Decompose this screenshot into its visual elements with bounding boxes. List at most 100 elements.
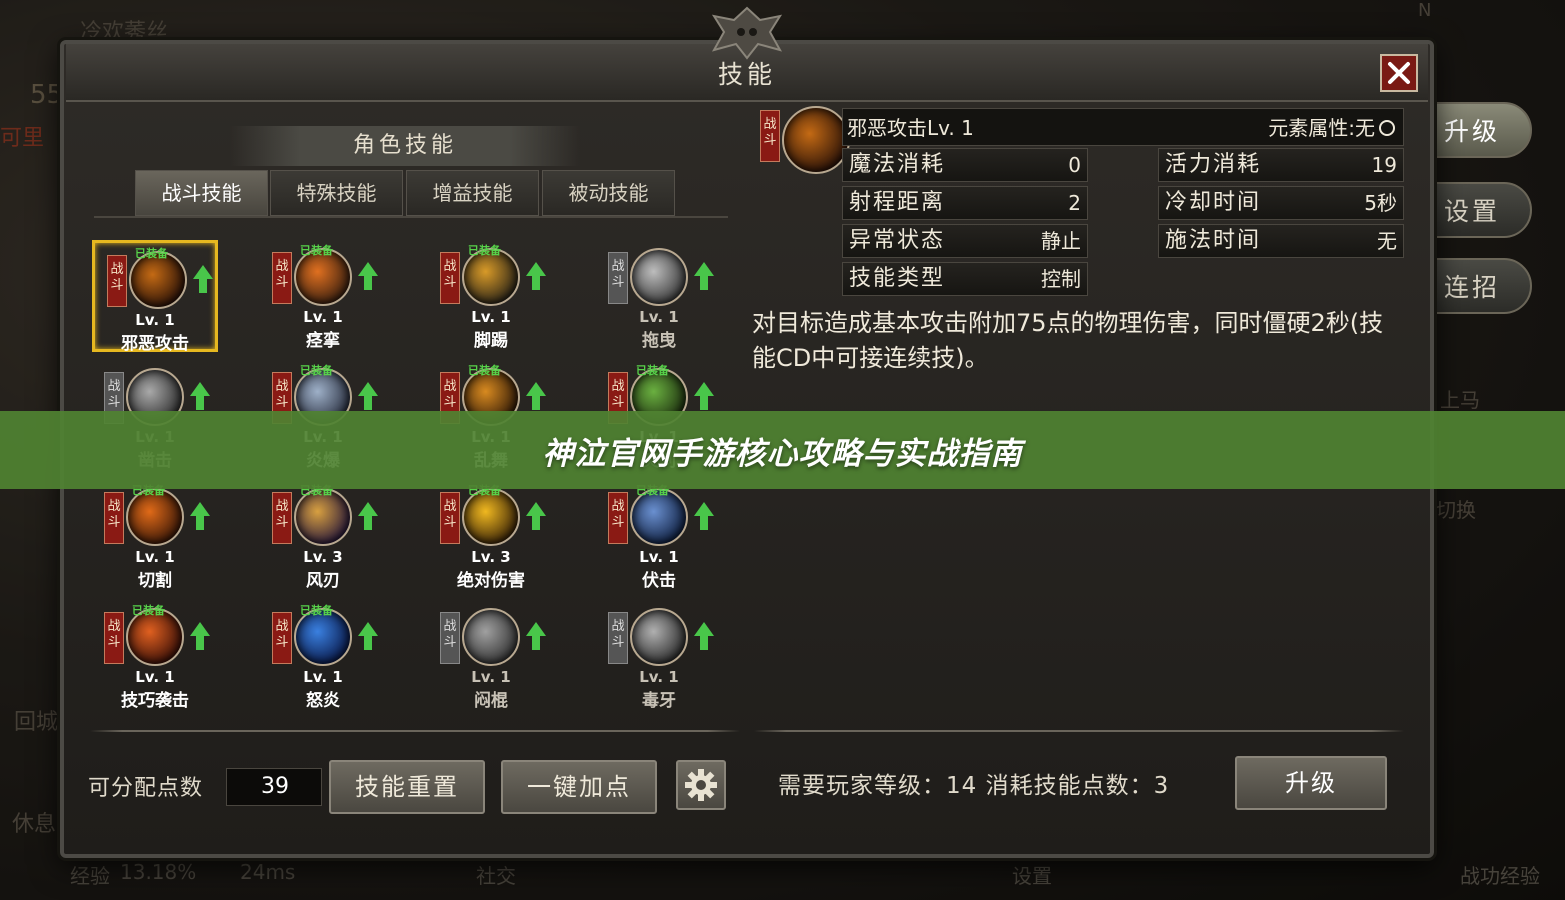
equipped-tag: 已装备 — [468, 364, 501, 377]
stat-label: 施法时间 — [1165, 228, 1262, 253]
skill-level: Lv. 1 — [639, 668, 679, 686]
combat-badge: 战斗 — [272, 492, 292, 544]
stat-value: 0 — [1068, 153, 1081, 177]
skill-icon — [630, 248, 688, 306]
combat-badge: 战斗 — [440, 492, 460, 544]
combat-badge: 战斗 — [272, 612, 292, 664]
skill-name: 切割 — [138, 571, 172, 591]
level-up-arrow-icon[interactable] — [358, 622, 378, 650]
skill-name: 伏击 — [642, 571, 676, 591]
gear-icon — [685, 769, 717, 801]
reset-skills-button[interactable]: 技能重置 — [329, 760, 485, 814]
skill-description: 对目标造成基本攻击附加75点的物理伤害，同时僵硬2秒(技能CD中可接连续技)。 — [752, 309, 1384, 372]
level-up-arrow-icon[interactable] — [190, 382, 210, 410]
requirement-text: 需要玩家等级：14 消耗技能点数：3 — [778, 773, 1170, 799]
skill-slot[interactable]: 战斗已装备 Lv. 1 技巧袭击 — [92, 600, 218, 712]
skill-slot[interactable]: 战斗 Lv. 1 毒牙 — [596, 600, 722, 712]
equipped-tag: 已装备 — [300, 604, 333, 617]
equipped-tag: 已装备 — [468, 244, 501, 257]
level-up-arrow-icon[interactable] — [190, 622, 210, 650]
stat-row: 异常状态 静止 — [842, 224, 1088, 258]
title-banner: 神泣官网手游核心攻略与实战指南 — [0, 411, 1565, 489]
tab-special-skills[interactable]: 特殊技能 — [270, 170, 403, 216]
skill-name: 怒炎 — [306, 691, 340, 711]
stat-value: 静止 — [1041, 229, 1081, 253]
combat-badge: 战斗 — [608, 492, 628, 544]
level-up-arrow-icon[interactable] — [694, 382, 714, 410]
level-up-arrow-icon[interactable] — [358, 262, 378, 290]
side-settings-button[interactable]: 设置 — [1432, 182, 1532, 238]
stat-value: 控制 — [1041, 267, 1081, 291]
combat-badge: 战斗 — [440, 612, 460, 664]
skill-level: Lv. 1 — [639, 308, 679, 326]
equipped-tag: 已装备 — [300, 244, 333, 257]
skill-level: Lv. 1 — [303, 308, 343, 326]
skill-name: 拖曳 — [642, 331, 676, 351]
skill-icon — [630, 608, 688, 666]
stat-label: 冷却时间 — [1165, 190, 1262, 215]
level-up-arrow-icon[interactable] — [190, 502, 210, 530]
level-up-arrow-icon[interactable] — [694, 262, 714, 290]
skill-slot[interactable]: 战斗已装备 Lv. 1 切割 — [92, 480, 218, 592]
skill-level: Lv. 1 — [135, 548, 175, 566]
combat-badge: 战斗 — [272, 252, 292, 304]
skill-slot[interactable]: 战斗已装备 Lv. 1 伏击 — [596, 480, 722, 592]
level-up-arrow-icon[interactable] — [358, 502, 378, 530]
combat-badge: 战斗 — [608, 252, 628, 304]
level-up-arrow-icon[interactable] — [694, 622, 714, 650]
stat-label: 活力消耗 — [1165, 152, 1262, 177]
combat-badge: 战斗 — [107, 255, 127, 307]
skill-name: 脚踢 — [474, 331, 508, 351]
banner-text: 神泣官网手游核心攻略与实战指南 — [542, 435, 1023, 472]
skill-slot[interactable]: 战斗已装备 Lv. 3 风刃 — [260, 480, 386, 592]
level-up-arrow-icon[interactable] — [526, 262, 546, 290]
stat-label: 技能类型 — [849, 266, 946, 291]
skill-level: Lv. 3 — [471, 548, 511, 566]
game-screen: 冷欢莠丝 55 可里 回城 休息 N 上马 切换 经验 13.18% 24ms … — [0, 0, 1565, 900]
auto-assign-button[interactable]: 一键加点 — [501, 760, 657, 814]
points-value: 39 — [226, 768, 322, 806]
equipped-tag: 已装备 — [300, 364, 333, 377]
upgrade-button[interactable]: 升级 — [1235, 756, 1387, 810]
close-icon — [1388, 62, 1410, 84]
skill-name: 邪恶攻击 — [121, 334, 189, 354]
equipped-tag: 已装备 — [636, 364, 669, 377]
skill-slot[interactable]: 战斗已装备 Lv. 1 脚踢 — [428, 240, 554, 352]
level-up-arrow-icon[interactable] — [526, 502, 546, 530]
level-up-arrow-icon[interactable] — [526, 382, 546, 410]
close-button[interactable] — [1380, 54, 1418, 92]
stat-row: 施法时间 无 — [1158, 224, 1404, 258]
skill-name: 毒牙 — [642, 691, 676, 711]
level-up-arrow-icon[interactable] — [694, 502, 714, 530]
skill-slot[interactable]: 战斗 Lv. 1 闷棍 — [428, 600, 554, 712]
skill-slot[interactable]: 战斗已装备 Lv. 1 邪恶攻击 — [92, 240, 218, 354]
stat-value: 无 — [1377, 229, 1397, 253]
stat-row: 技能类型 控制 — [842, 262, 1088, 296]
skill-slot[interactable]: 战斗 Lv. 1 拖曳 — [596, 240, 722, 352]
combat-badge: 战斗 — [440, 252, 460, 304]
level-up-arrow-icon[interactable] — [193, 265, 213, 293]
tab-combat-skills[interactable]: 战斗技能 — [135, 170, 268, 216]
tab-passive-skills[interactable]: 被动技能 — [542, 170, 675, 216]
skill-name: 闷棍 — [474, 691, 508, 711]
right-divider — [754, 730, 1404, 732]
skill-slot[interactable]: 战斗已装备 Lv. 1 怒炎 — [260, 600, 386, 712]
settings-button[interactable] — [676, 760, 726, 810]
tab-buff-skills[interactable]: 增益技能 — [406, 170, 539, 216]
skill-level: Lv. 1 — [303, 668, 343, 686]
points-label: 可分配点数 — [88, 776, 204, 801]
stat-label: 魔法消耗 — [849, 152, 946, 177]
stat-value: 5秒 — [1364, 191, 1397, 215]
skill-level: Lv. 1 — [135, 668, 175, 686]
level-up-arrow-icon[interactable] — [526, 622, 546, 650]
left-divider — [90, 730, 740, 732]
detail-skill-icon: 战斗 — [760, 106, 850, 176]
equipped-tag: 已装备 — [135, 247, 168, 260]
level-up-arrow-icon[interactable] — [358, 382, 378, 410]
skill-slot[interactable]: 战斗已装备 Lv. 3 绝对伤害 — [428, 480, 554, 592]
side-upgrade-button[interactable]: 升级 — [1432, 102, 1532, 158]
side-combo-button[interactable]: 连招 — [1432, 258, 1532, 314]
skill-slot[interactable]: 战斗已装备 Lv. 1 痉挛 — [260, 240, 386, 352]
skill-icon — [462, 608, 520, 666]
detail-skill-name-bar: 邪恶攻击Lv. 1 元素属性:无 — [842, 108, 1404, 146]
